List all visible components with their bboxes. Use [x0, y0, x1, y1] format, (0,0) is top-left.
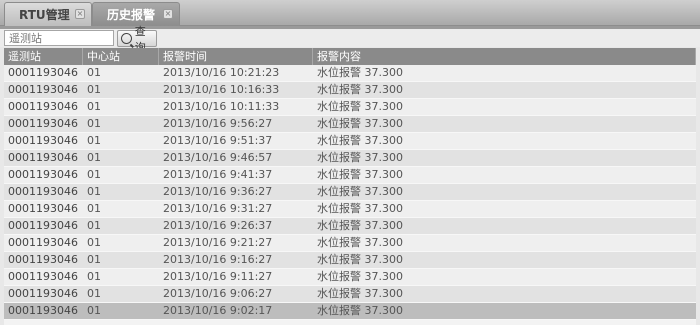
table-row[interactable]: 0001193046 01 2013/10/16 9:46:57 水位报警 37.30… — [4, 150, 696, 167]
tab-rtu-management[interactable]: RTU管理 × — [4, 2, 92, 26]
cell-station: 0001193046 — [8, 185, 78, 198]
cell-alarm-content: 水位报警 37.300 — [317, 202, 403, 215]
cell-alarm-time: 2013/10/16 10:21:23 — [163, 66, 280, 79]
search-toolbar: 查询 — [0, 25, 700, 54]
table-row[interactable]: 0001193046 01 2013/10/16 9:36:27 水位报警 37.30… — [4, 184, 696, 201]
cell-alarm-time: 2013/10/16 9:02:17 — [163, 304, 273, 317]
tab-label: 历史报警 — [107, 8, 156, 22]
cell-alarm-time: 2013/10/16 10:11:33 — [163, 100, 280, 113]
column-header-alarm-time[interactable]: 报警时间 — [159, 48, 313, 65]
column-header-center[interactable]: 中心站 — [83, 48, 159, 65]
cell-alarm-content: 水位报警 37.300 — [317, 168, 403, 181]
table-row[interactable]: 0001193046 01 2013/10/16 9:06:27 水位报警 37.30… — [4, 286, 696, 303]
cell-alarm-content: 水位报警 37.300 — [317, 270, 403, 283]
cell-alarm-content: 水位报警 37.300 — [317, 287, 403, 300]
cell-alarm-content: 水位报警 37.300 — [317, 134, 403, 147]
table-row[interactable]: 0001193046 01 2013/10/16 9:41:37 水位报警 37.30… — [4, 167, 696, 184]
cell-alarm-content: 水位报警 37.300 — [317, 66, 403, 79]
cell-station: 0001193046 — [8, 287, 78, 300]
cell-station: 0001193046 — [8, 168, 78, 181]
cell-station: 0001193046 — [8, 83, 78, 96]
table-header: 遥测站 中心站 报警时间 报警内容 — [4, 48, 696, 65]
cell-station: 0001193046 — [8, 100, 78, 113]
cell-center: 01 — [87, 253, 101, 266]
close-icon[interactable]: × — [75, 9, 85, 19]
cell-center: 01 — [87, 83, 101, 96]
cell-center: 01 — [87, 202, 101, 215]
tab-bar: RTU管理 × 历史报警 × — [0, 0, 700, 26]
table-row[interactable]: 0001193046 01 2013/10/16 9:21:27 水位报警 37.30… — [4, 235, 696, 252]
tab-label: RTU管理 — [19, 8, 70, 22]
table-row[interactable]: 0001193046 01 2013/10/16 9:16:27 水位报警 37.30… — [4, 252, 696, 269]
cell-alarm-content: 水位报警 37.300 — [317, 236, 403, 249]
cell-alarm-content: 水位报警 37.300 — [317, 151, 403, 164]
cell-station: 0001193046 — [8, 151, 78, 164]
table-row[interactable]: 0001193046 01 2013/10/16 10:11:33 水位报警 37.3… — [4, 99, 696, 116]
cell-alarm-time: 2013/10/16 9:31:27 — [163, 202, 273, 215]
cell-alarm-time: 2013/10/16 9:06:27 — [163, 287, 273, 300]
search-button[interactable]: 查询 — [117, 25, 157, 54]
cell-center: 01 — [87, 134, 101, 147]
cell-center: 01 — [87, 236, 101, 249]
cell-station: 0001193046 — [8, 304, 78, 317]
cell-station: 0001193046 — [8, 117, 78, 130]
cell-station: 0001193046 — [8, 202, 78, 215]
cell-center: 01 — [87, 287, 101, 300]
table-body: 0001193046 01 2013/10/16 10:21:23 水位报警 37.3… — [4, 65, 696, 320]
cell-alarm-content: 水位报警 37.300 — [317, 83, 403, 96]
table-row[interactable]: 0001193046 01 2013/10/16 10:21:23 水位报警 37.3… — [4, 65, 696, 82]
cell-alarm-time: 2013/10/16 9:46:57 — [163, 151, 273, 164]
cell-center: 01 — [87, 66, 101, 79]
cell-center: 01 — [87, 168, 101, 181]
table-row[interactable]: 0001193046 01 2013/10/16 9:26:37 水位报警 37.30… — [4, 218, 696, 235]
table-row[interactable]: 0001193046 01 2013/10/16 9:31:27 水位报警 37.30… — [4, 201, 696, 218]
cell-alarm-time: 2013/10/16 9:36:27 — [163, 185, 273, 198]
search-icon — [121, 33, 132, 44]
cell-alarm-time: 2013/10/16 9:26:37 — [163, 219, 273, 232]
cell-alarm-time: 2013/10/16 9:56:27 — [163, 117, 273, 130]
cell-center: 01 — [87, 100, 101, 113]
cell-station: 0001193046 — [8, 270, 78, 283]
cell-alarm-content: 水位报警 37.300 — [317, 253, 403, 266]
cell-station: 0001193046 — [8, 66, 78, 79]
cell-alarm-time: 2013/10/16 10:16:33 — [163, 83, 280, 96]
cell-station: 0001193046 — [8, 236, 78, 249]
column-header-station[interactable]: 遥测站 — [4, 48, 83, 65]
cell-center: 01 — [87, 270, 101, 283]
table-row[interactable]: 0001193046 01 2013/10/16 10:16:33 水位报警 37.3… — [4, 82, 696, 99]
cell-alarm-content: 水位报警 37.300 — [317, 185, 403, 198]
table-row[interactable]: 0001193046 01 2013/10/16 9:56:27 水位报警 37.30… — [4, 116, 696, 133]
station-search-input[interactable] — [4, 30, 114, 46]
table-row[interactable]: 0001193046 01 2013/10/16 9:51:37 水位报警 37.30… — [4, 133, 696, 150]
cell-alarm-content: 水位报警 37.300 — [317, 304, 403, 317]
cell-station: 0001193046 — [8, 134, 78, 147]
cell-alarm-content: 水位报警 37.300 — [317, 100, 403, 113]
cell-station: 0001193046 — [8, 219, 78, 232]
cell-alarm-content: 水位报警 37.300 — [317, 117, 403, 130]
table-row[interactable]: 0001193046 01 2013/10/16 9:02:17 水位报警 37.30… — [4, 303, 696, 320]
close-icon[interactable]: × — [163, 9, 173, 19]
column-header-alarm-content[interactable]: 报警内容 — [313, 48, 696, 65]
alarm-history-table: 遥测站 中心站 报警时间 报警内容 0001193046 01 2013/10/16… — [4, 48, 696, 325]
cell-alarm-time: 2013/10/16 9:51:37 — [163, 134, 273, 147]
cell-station: 0001193046 — [8, 253, 78, 266]
cell-center: 01 — [87, 151, 101, 164]
cell-alarm-time: 2013/10/16 9:11:27 — [163, 270, 273, 283]
cell-alarm-time: 2013/10/16 9:21:27 — [163, 236, 273, 249]
cell-alarm-time: 2013/10/16 9:41:37 — [163, 168, 273, 181]
cell-center: 01 — [87, 185, 101, 198]
cell-center: 01 — [87, 117, 101, 130]
cell-alarm-content: 水位报警 37.300 — [317, 219, 403, 232]
cell-center: 01 — [87, 304, 101, 317]
table-row[interactable]: 0001193046 01 2013/10/16 9:11:27 水位报警 37.30… — [4, 269, 696, 286]
cell-center: 01 — [87, 219, 101, 232]
cell-alarm-time: 2013/10/16 9:16:27 — [163, 253, 273, 266]
